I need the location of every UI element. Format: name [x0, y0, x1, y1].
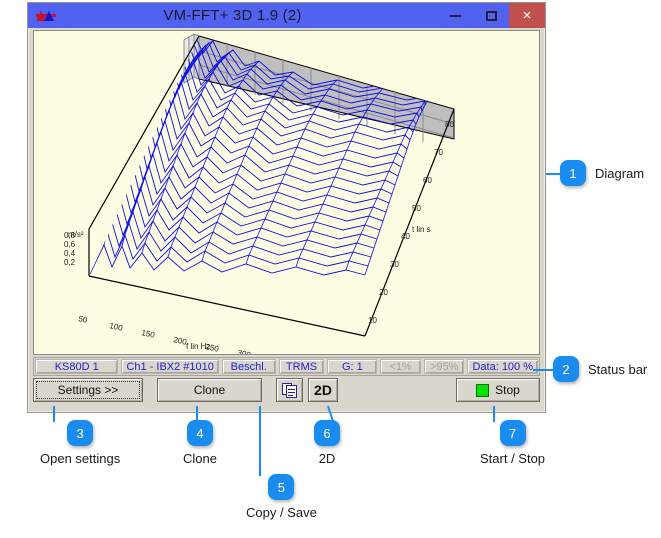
callout-badge-2: 2	[553, 356, 579, 382]
application-window: VM-FFT+ 3D 1.9 (2) ×	[27, 2, 546, 413]
callout-2: 2 Status bar	[553, 356, 647, 382]
callout-badge-6: 6	[314, 420, 340, 446]
callout-label-5: Copy / Save	[246, 505, 317, 520]
window-title: VM-FFT+ 3D 1.9 (2)	[28, 7, 437, 24]
svg-text:60: 60	[423, 176, 432, 185]
minimize-button[interactable]	[437, 3, 473, 28]
status-cell-sensor: KS80D 1	[35, 359, 118, 374]
copy-save-icon	[282, 383, 298, 398]
status-cell-detector: TRMS	[279, 359, 325, 374]
close-button[interactable]: ×	[509, 3, 545, 28]
svg-text:40: 40	[401, 232, 410, 241]
clone-button[interactable]: Clone	[157, 378, 262, 402]
window-client-area: m/s² 0,2 0,4 0,6 0,8 50 100 150 200 250 …	[30, 28, 543, 410]
start-stop-button[interactable]: Stop	[456, 378, 540, 402]
svg-text:0,4: 0,4	[64, 249, 76, 258]
status-cell-gain: G: 1	[327, 359, 377, 374]
two-d-button-label: 2D	[314, 382, 332, 398]
callout-3: 3 Open settings	[40, 420, 120, 466]
callout-label-4: Clone	[183, 451, 217, 466]
callout-5: 5 Copy / Save	[246, 474, 317, 520]
svg-text:t lin s: t lin s	[412, 225, 431, 234]
button-bar: Settings >> Clone 2D Stop	[33, 378, 540, 404]
callout-label-3: Open settings	[40, 451, 120, 466]
svg-text:0,8: 0,8	[64, 231, 76, 240]
callout-badge-1: 1	[560, 160, 586, 186]
callout-badge-4: 4	[187, 420, 213, 446]
metra-logo-icon	[36, 10, 58, 22]
callout-label-6: 2D	[319, 451, 336, 466]
status-cell-data: Data: 100 %	[467, 359, 538, 374]
callout-leader-2	[533, 369, 555, 371]
svg-text:0,6: 0,6	[64, 240, 76, 249]
clone-button-label: Clone	[194, 383, 225, 397]
title-bar[interactable]: VM-FFT+ 3D 1.9 (2) ×	[28, 3, 545, 28]
status-cell-channel: Ch1 - IBX2 #1010	[121, 359, 218, 374]
callout-badge-7: 7	[500, 420, 526, 446]
svg-text:30: 30	[390, 260, 399, 269]
copy-save-button[interactable]	[276, 378, 303, 402]
close-icon: ×	[523, 7, 532, 24]
diagram[interactable]: m/s² 0,2 0,4 0,6 0,8 50 100 150 200 250 …	[33, 30, 540, 355]
minimize-icon	[450, 15, 461, 17]
status-bar: KS80D 1 Ch1 - IBX2 #1010 Beschl. TRMS G:…	[33, 357, 540, 376]
maximize-button[interactable]	[473, 3, 509, 28]
callout-leader-5	[259, 406, 261, 476]
callout-label-7: Start / Stop	[480, 451, 545, 466]
svg-text:300: 300	[237, 348, 252, 354]
callout-6: 6 2D	[314, 420, 340, 466]
callout-7: 7 Start / Stop	[480, 420, 545, 466]
stop-indicator-icon	[476, 384, 489, 397]
svg-text:0,2: 0,2	[64, 258, 76, 267]
plot-backwall	[184, 34, 454, 142]
callout-4: 4 Clone	[183, 420, 217, 466]
callout-label-2: Status bar	[588, 362, 647, 377]
two-d-button[interactable]: 2D	[308, 378, 338, 402]
svg-text:70: 70	[434, 148, 443, 157]
callout-badge-5: 5	[268, 474, 294, 500]
callout-label-1: Diagram	[595, 166, 644, 181]
status-cell-quantity: Beschl.	[222, 359, 276, 374]
svg-text:150: 150	[141, 328, 156, 340]
y-axis-labels: 10 20 30 40 50 60 70 80 t lin s	[368, 120, 454, 325]
maximize-icon	[486, 11, 497, 21]
svg-text:50: 50	[412, 204, 421, 213]
svg-text:100: 100	[109, 321, 124, 333]
status-cell-underrange: <1%	[380, 359, 421, 374]
callout-badge-3: 3	[67, 420, 93, 446]
svg-text:50: 50	[78, 314, 89, 325]
waterfall-3d-plot: m/s² 0,2 0,4 0,6 0,8 50 100 150 200 250 …	[34, 31, 539, 354]
focus-ring	[36, 381, 140, 399]
svg-text:20: 20	[379, 288, 388, 297]
stop-button-label: Stop	[495, 383, 520, 397]
x-axis-labels: 50 100 150 200 250 300 350 400 450 f lin…	[78, 314, 348, 354]
svg-text:10: 10	[368, 316, 377, 325]
status-cell-overrange: >95%	[424, 359, 465, 374]
callout-1: 1 Diagram	[560, 160, 644, 186]
z-axis-labels: m/s² 0,2 0,4 0,6 0,8	[64, 230, 84, 267]
svg-text:80: 80	[445, 120, 454, 129]
svg-text:f lin Hz: f lin Hz	[186, 342, 210, 351]
settings-button[interactable]: Settings >>	[33, 378, 143, 402]
